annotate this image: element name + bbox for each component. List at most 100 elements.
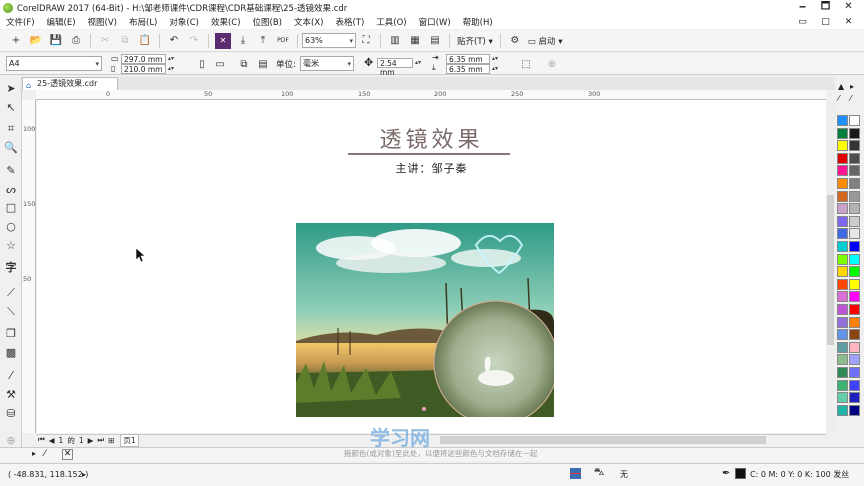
canvas-horizontal-scrollbar[interactable] bbox=[440, 436, 766, 444]
doc-restore-button[interactable]: ▭ bbox=[791, 15, 814, 29]
smart-fill-tool-icon[interactable]: ⛁ bbox=[4, 407, 18, 421]
menu-table[interactable]: 表格(T) bbox=[329, 16, 370, 28]
menu-window[interactable]: 窗口(W) bbox=[413, 16, 457, 28]
eyedropper-icon[interactable]: ⁄ bbox=[44, 449, 46, 459]
color-swatch[interactable] bbox=[849, 228, 860, 240]
color-swatch[interactable] bbox=[849, 215, 860, 227]
eyedropper-tool-icon[interactable]: ⁄ bbox=[4, 369, 18, 383]
units-select[interactable]: 毫米 ▾ bbox=[300, 56, 354, 71]
paste-icon[interactable]: 📋 bbox=[137, 33, 153, 49]
color-swatch[interactable] bbox=[849, 291, 860, 303]
color-swatch[interactable] bbox=[849, 367, 860, 378]
outline-color-swatch[interactable] bbox=[735, 468, 746, 479]
color-swatch[interactable] bbox=[837, 354, 848, 366]
search-content-icon[interactable]: ✕ bbox=[215, 32, 231, 49]
landscape-icon[interactable]: ▭ bbox=[212, 56, 228, 72]
color-proof-icon[interactable] bbox=[570, 468, 581, 479]
next-page-icon[interactable]: ▶ bbox=[86, 436, 96, 445]
menu-bitmaps[interactable]: 位图(B) bbox=[247, 16, 288, 28]
page-height-field[interactable]: 210.0 mm bbox=[121, 64, 166, 74]
pick-tool-icon[interactable]: ➤ bbox=[4, 82, 18, 96]
new-document-icon[interactable]: + bbox=[8, 33, 24, 49]
nudge-distance-field[interactable]: 2.54 mm bbox=[377, 58, 413, 77]
doc-maximize-button[interactable]: □ bbox=[814, 15, 837, 29]
palette-arrow-icon[interactable]: ▸ bbox=[32, 449, 36, 458]
color-swatch[interactable] bbox=[837, 367, 848, 378]
add-page-icon[interactable]: ⊞ bbox=[106, 436, 116, 445]
color-swatch[interactable] bbox=[837, 190, 848, 202]
transparency-tool-icon[interactable]: ▩ bbox=[4, 346, 18, 360]
color-swatch[interactable] bbox=[837, 203, 848, 215]
color-swatch[interactable] bbox=[837, 115, 848, 126]
zoom-level-select[interactable]: 63% ▾ bbox=[302, 33, 356, 48]
status-arrow-icon[interactable]: ▸ bbox=[82, 470, 86, 479]
menu-tools[interactable]: 工具(O) bbox=[370, 16, 412, 28]
copy-icon[interactable]: ⧉ bbox=[117, 33, 133, 49]
snap-to-dropdown[interactable]: 贴齐(T) ▾ bbox=[454, 35, 496, 47]
page-width-field[interactable]: 297.0 mm bbox=[121, 54, 166, 64]
color-swatch[interactable] bbox=[837, 178, 848, 189]
color-swatch[interactable] bbox=[837, 291, 848, 303]
options-gear-icon[interactable]: ⚙ bbox=[507, 33, 523, 49]
rectangle-tool-icon[interactable]: □ bbox=[4, 201, 18, 215]
color-swatch[interactable] bbox=[849, 392, 860, 404]
color-swatch[interactable] bbox=[849, 127, 860, 139]
title-underline[interactable] bbox=[348, 153, 510, 155]
color-swatch[interactable] bbox=[837, 379, 848, 391]
artistic-media-tool-icon[interactable]: ᔕ bbox=[4, 183, 18, 197]
drawing-canvas[interactable]: 透镜效果 主讲：邹子秦 bbox=[37, 100, 826, 433]
polygon-tool-icon[interactable]: ☆ bbox=[4, 239, 18, 253]
color-swatch[interactable] bbox=[849, 304, 860, 315]
color-swatch[interactable] bbox=[837, 329, 848, 341]
color-swatch[interactable] bbox=[837, 316, 848, 328]
menu-view[interactable]: 视图(V) bbox=[82, 16, 123, 28]
lake-landscape-image[interactable] bbox=[296, 223, 554, 417]
color-swatch[interactable] bbox=[837, 266, 848, 278]
crop-tool-icon[interactable]: ⌗ bbox=[4, 122, 18, 136]
shape-tool-icon[interactable]: ↖ bbox=[4, 101, 18, 115]
cut-icon[interactable]: ✂ bbox=[97, 33, 113, 49]
color-swatch[interactable] bbox=[837, 228, 848, 240]
show-grid-icon[interactable]: ▦ bbox=[407, 33, 423, 49]
scrollbar-thumb[interactable] bbox=[827, 195, 834, 345]
palette-scroll-up-icon[interactable]: ▲ bbox=[838, 82, 844, 91]
page-size-select[interactable]: A4 ▾ bbox=[6, 56, 102, 71]
color-swatch[interactable] bbox=[849, 379, 860, 391]
color-swatch[interactable] bbox=[849, 241, 860, 252]
launch-dropdown[interactable]: ▭ 启动 ▾ bbox=[525, 35, 566, 47]
add-tool-icon[interactable]: ⊕ bbox=[4, 434, 18, 448]
menu-edit[interactable]: 编辑(E) bbox=[41, 16, 82, 28]
publish-pdf-icon[interactable]: PDF bbox=[275, 33, 291, 49]
color-swatch[interactable] bbox=[837, 253, 848, 265]
interactive-fill-tool-icon[interactable]: ⚒ bbox=[4, 388, 18, 402]
menu-object[interactable]: 对象(C) bbox=[163, 16, 205, 28]
menu-text[interactable]: 文本(X) bbox=[288, 16, 329, 28]
current-page-number[interactable]: 1 bbox=[57, 436, 66, 445]
show-guidelines-icon[interactable]: ▤ bbox=[427, 33, 443, 49]
print-icon[interactable]: ⎙ bbox=[68, 33, 84, 49]
horizontal-ruler[interactable]: 0 50 100 150 200 250 300 bbox=[36, 90, 826, 100]
all-pages-icon[interactable]: ⧉ bbox=[236, 56, 252, 72]
color-swatch[interactable] bbox=[849, 266, 860, 278]
color-swatch[interactable] bbox=[837, 215, 848, 227]
height-spinner[interactable]: ▴▾ bbox=[167, 64, 175, 74]
width-spinner[interactable]: ▴▾ bbox=[167, 54, 175, 64]
eyedropper-icon[interactable]: ⁄ bbox=[838, 94, 839, 103]
parallel-dimension-tool-icon[interactable]: ⟋ bbox=[4, 286, 18, 300]
palette-flyout-icon[interactable]: ▸ bbox=[850, 82, 854, 91]
color-swatch[interactable] bbox=[849, 278, 860, 290]
page-border-icon[interactable]: ⬚ bbox=[518, 56, 534, 72]
zoom-tool-icon[interactable]: 🔍 bbox=[4, 141, 18, 155]
color-swatch[interactable] bbox=[849, 152, 860, 164]
home-icon[interactable]: ⌂ bbox=[26, 80, 31, 92]
color-swatch[interactable] bbox=[837, 140, 848, 152]
portrait-icon[interactable]: ▯ bbox=[194, 56, 210, 72]
import-icon[interactable]: ⤓ bbox=[235, 33, 251, 49]
doc-close-button[interactable]: ✕ bbox=[837, 15, 860, 29]
color-swatch[interactable] bbox=[849, 140, 860, 152]
close-button[interactable]: ✕ bbox=[837, 0, 860, 14]
export-icon[interactable]: ⤒ bbox=[255, 33, 271, 49]
nudge-spinner[interactable]: ▴▾ bbox=[414, 58, 422, 68]
color-swatch[interactable] bbox=[837, 165, 848, 177]
color-swatch[interactable] bbox=[849, 253, 860, 265]
